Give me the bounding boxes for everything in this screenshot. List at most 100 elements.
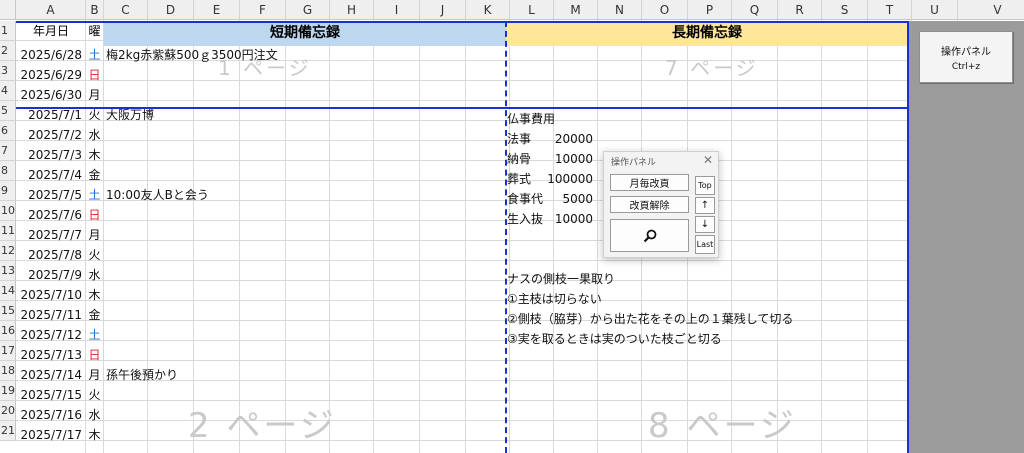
expense-amount[interactable]: 10000 (545, 209, 593, 229)
row-header-3[interactable]: 3 (0, 61, 16, 81)
column-header-C[interactable]: C (104, 0, 148, 20)
column-header-F[interactable]: F (240, 0, 286, 20)
column-header-N[interactable]: N (598, 0, 642, 20)
row-header-8[interactable]: 8 (0, 161, 16, 181)
column-header-M[interactable]: M (554, 0, 598, 20)
row-header-11[interactable]: 11 (0, 221, 16, 241)
row-header-15[interactable]: 15 (0, 301, 16, 321)
eggplant-note[interactable]: ナスの側枝一果取り (507, 269, 615, 289)
column-header-H[interactable]: H (330, 0, 374, 20)
date-cell[interactable]: 2025/7/10 (17, 285, 85, 305)
remove-page-break-button[interactable]: 改頁解除 (610, 196, 689, 213)
weekday-cell[interactable]: 火 (86, 245, 103, 265)
weekday-cell[interactable]: 水 (86, 405, 103, 425)
expense-item[interactable]: 葬式 (507, 169, 531, 189)
date-cell[interactable]: 2025/7/9 (17, 265, 85, 285)
date-cell[interactable]: 2025/7/11 (17, 305, 85, 325)
date-cell[interactable]: 2025/7/6 (17, 205, 85, 225)
column-header-R[interactable]: R (778, 0, 822, 20)
column-header-T[interactable]: T (868, 0, 912, 20)
memo-cell[interactable]: 孫午後預かり (106, 365, 178, 385)
date-cell[interactable]: 2025/7/3 (17, 145, 85, 165)
weekday-cell[interactable]: 水 (86, 265, 103, 285)
column-header-J[interactable]: J (420, 0, 466, 20)
row-header-4[interactable]: 4 (0, 81, 16, 101)
row-header-13[interactable]: 13 (0, 261, 16, 281)
eggplant-note[interactable]: ③実を取るときは実のついた枝ごと切る (507, 329, 722, 349)
weekday-cell[interactable]: 水 (86, 125, 103, 145)
weekday-cell[interactable]: 月 (86, 365, 103, 385)
expense-amount[interactable]: 5000 (545, 189, 593, 209)
row-header-16[interactable]: 16 (0, 321, 16, 341)
column-header-D[interactable]: D (148, 0, 194, 20)
memo-cell[interactable]: 10:00友人Bと会う (106, 185, 209, 205)
close-icon[interactable]: ✕ (703, 153, 713, 167)
weekday-cell[interactable]: 土 (86, 325, 103, 345)
row-header-10[interactable]: 10 (0, 201, 16, 221)
row-header-2[interactable]: 2 (0, 41, 16, 61)
expense-amount[interactable]: 100000 (545, 169, 593, 189)
last-button[interactable]: Last (695, 235, 715, 254)
date-cell[interactable]: 2025/6/30 (17, 85, 85, 105)
weekday-cell[interactable]: 火 (86, 385, 103, 405)
row-header-20[interactable]: 20 (0, 401, 16, 421)
top-button[interactable]: Top (695, 176, 715, 195)
scroll-down-button[interactable]: ↓ (695, 216, 715, 233)
weekday-cell[interactable]: 土 (86, 185, 103, 205)
memorial-cost-title[interactable]: 仏事費用 (507, 109, 555, 129)
row-header-1[interactable]: 1 (0, 21, 16, 41)
scroll-up-button[interactable]: ↑ (695, 197, 715, 214)
column-header-E[interactable]: E (194, 0, 240, 20)
date-cell[interactable]: 2025/7/17 (17, 425, 85, 445)
row-header-6[interactable]: 6 (0, 121, 16, 141)
date-cell[interactable]: 2025/7/16 (17, 405, 85, 425)
expense-amount[interactable]: 20000 (545, 129, 593, 149)
search-button[interactable] (610, 219, 689, 252)
date-cell[interactable]: 2025/7/14 (17, 365, 85, 385)
row-header-21[interactable]: 21 (0, 421, 16, 441)
eggplant-note[interactable]: ①主枝は切らない (507, 289, 602, 309)
weekday-cell[interactable]: 日 (86, 345, 103, 365)
date-cell[interactable]: 2025/7/2 (17, 125, 85, 145)
weekday-cell[interactable]: 木 (86, 425, 103, 445)
date-cell[interactable]: 2025/6/29 (17, 65, 85, 85)
row-header-5[interactable]: 5 (0, 101, 16, 121)
row-header-12[interactable]: 12 (0, 241, 16, 261)
column-header-L[interactable]: L (510, 0, 554, 20)
row-header-14[interactable]: 14 (0, 281, 16, 301)
date-cell[interactable]: 2025/7/7 (17, 225, 85, 245)
column-header-I[interactable]: I (374, 0, 420, 20)
column-header-B[interactable]: B (86, 0, 104, 20)
weekday-cell[interactable]: 金 (86, 165, 103, 185)
row-header-18[interactable]: 18 (0, 361, 16, 381)
date-cell[interactable]: 2025/7/4 (17, 165, 85, 185)
operation-panel-button[interactable]: 操作パネル Ctrl+z (919, 31, 1013, 83)
expense-item[interactable]: 納骨 (507, 149, 531, 169)
date-cell[interactable]: 2025/6/28 (17, 45, 85, 65)
weekday-cell[interactable]: 木 (86, 145, 103, 165)
weekday-cell[interactable]: 金 (86, 305, 103, 325)
monthly-page-break-button[interactable]: 月毎改頁 (610, 174, 689, 191)
weekday-cell[interactable]: 月 (86, 85, 103, 105)
column-header-P[interactable]: P (688, 0, 732, 20)
expense-item[interactable]: 食事代 (507, 189, 543, 209)
eggplant-note[interactable]: ②側枝（脇芽）から出た花をその上の１葉残して切る (507, 309, 793, 329)
column-header-A[interactable]: A (16, 0, 86, 20)
date-cell[interactable]: 2025/7/12 (17, 325, 85, 345)
column-header-U[interactable]: U (912, 0, 958, 20)
column-header-G[interactable]: G (286, 0, 330, 20)
row-header-9[interactable]: 9 (0, 181, 16, 201)
column-header-S[interactable]: S (822, 0, 868, 20)
weekday-cell[interactable]: 土 (86, 45, 103, 65)
date-cell[interactable]: 2025/7/15 (17, 385, 85, 405)
row-header-7[interactable]: 7 (0, 141, 16, 161)
column-header-O[interactable]: O (642, 0, 688, 20)
date-cell[interactable]: 2025/7/13 (17, 345, 85, 365)
column-header-Q[interactable]: Q (732, 0, 778, 20)
date-cell[interactable]: 2025/7/5 (17, 185, 85, 205)
expense-item[interactable]: 法事 (507, 129, 531, 149)
weekday-cell[interactable]: 木 (86, 285, 103, 305)
select-all-corner[interactable] (0, 0, 16, 20)
row-header-19[interactable]: 19 (0, 381, 16, 401)
row-header-17[interactable]: 17 (0, 341, 16, 361)
